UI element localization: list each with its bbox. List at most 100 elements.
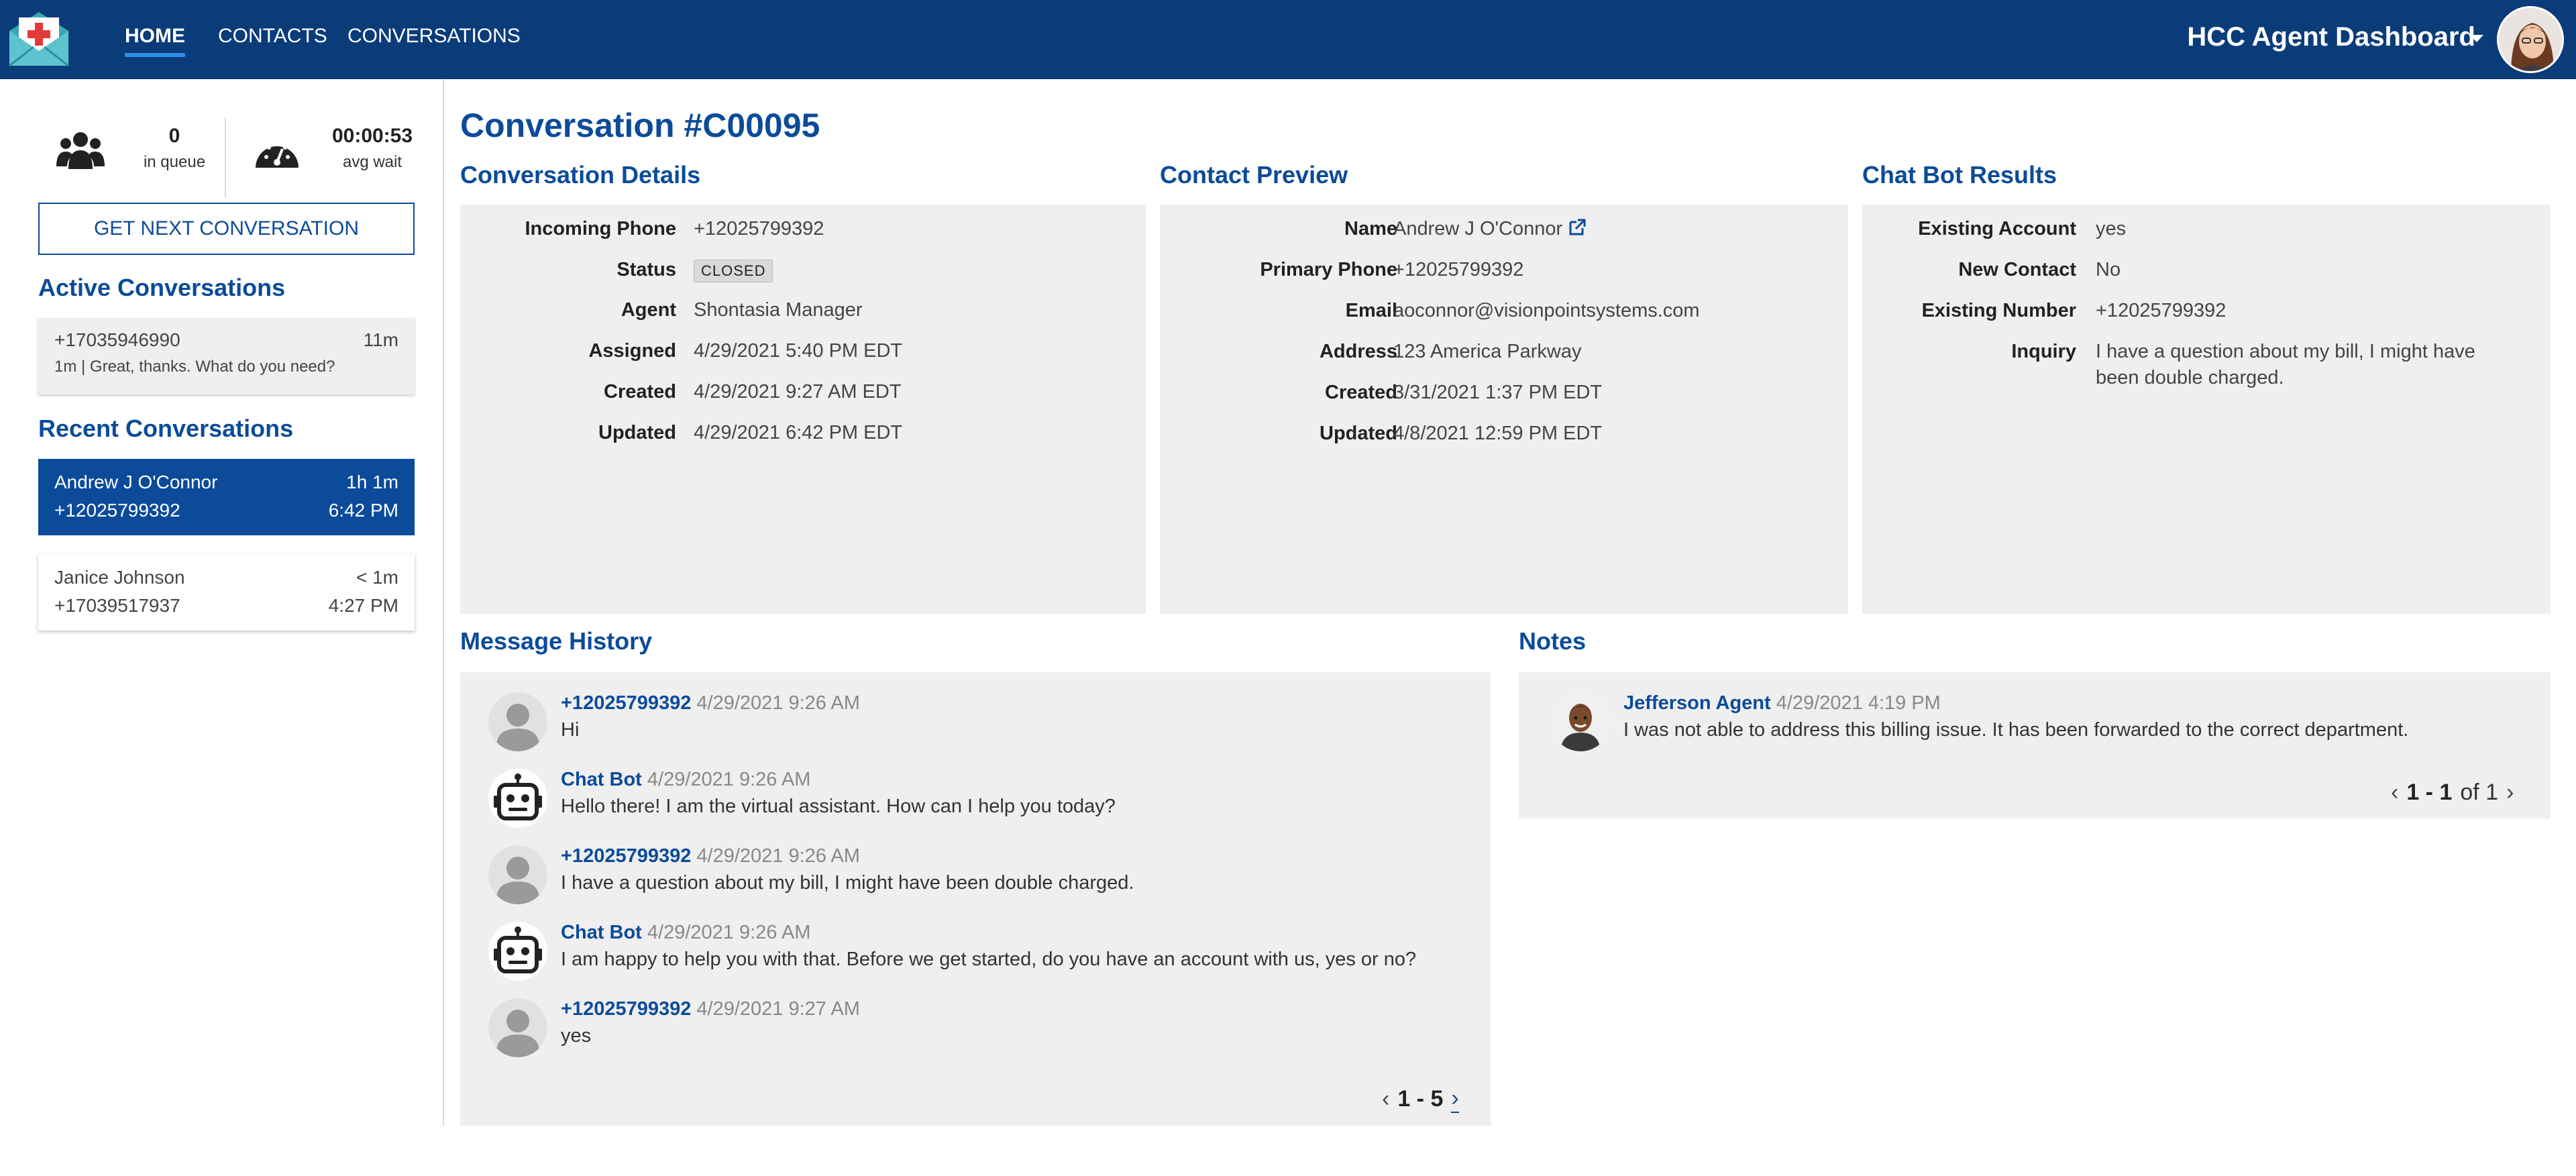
active-conversation-phone: +17035946990 <box>54 329 180 350</box>
nav-conversations[interactable]: CONVERSATIONS <box>347 25 521 48</box>
message-sender[interactable]: Chat Bot <box>561 922 642 943</box>
contact-key: Email <box>1345 300 1397 321</box>
contact-key: Primary Phone <box>1260 259 1397 280</box>
active-conversations-title: Active Conversations <box>38 274 286 301</box>
conversation-details-list: Incoming Phone +12025799392 Status CLOSE… <box>460 215 1146 484</box>
note-time: 4/29/2021 4:19 PM <box>1776 692 1941 714</box>
bot-value: No <box>2096 259 2121 280</box>
recent-conversation-duration: < 1m <box>356 567 398 588</box>
top-nav-bar: HOME CONTACTS CONVERSATIONS HCC Agent Da… <box>0 0 2576 79</box>
detail-value: 4/29/2021 9:27 AM EDT <box>694 381 902 403</box>
message-text: I have a question about my bill, I might… <box>561 872 1134 894</box>
robot-avatar-icon <box>488 769 547 828</box>
message-time: 4/29/2021 9:26 AM <box>696 692 860 714</box>
contact-preview-title: Contact Preview <box>1160 161 1348 189</box>
chevron-left-icon[interactable]: ‹ <box>2391 780 2398 806</box>
avg-wait-label: avg wait <box>342 153 402 171</box>
contact-name-link[interactable]: Andrew J O'Connor <box>1393 215 1587 242</box>
users-group-icon <box>56 132 105 169</box>
message-time: 4/29/2021 9:27 AM <box>696 998 860 1020</box>
detail-key: Incoming Phone <box>525 218 676 239</box>
stat-divider <box>225 118 226 197</box>
agent-avatar-icon <box>1551 692 1610 751</box>
message-time: 4/29/2021 9:26 AM <box>647 769 811 790</box>
recent-conversation-name: Andrew J O'Connor <box>54 472 218 492</box>
queue-label: in queue <box>143 153 206 171</box>
contact-key: Updated <box>1320 423 1397 444</box>
nav-home[interactable]: HOME <box>125 25 185 57</box>
queue-count: 0 <box>168 125 180 147</box>
message-sender[interactable]: +12025799392 <box>561 692 691 714</box>
message-sender[interactable]: +12025799392 <box>561 845 691 867</box>
avg-wait-value: 00:00:53 <box>331 125 413 147</box>
detail-key: Assigned <box>588 340 676 362</box>
bot-value: yes <box>2096 218 2127 239</box>
contact-key: Address <box>1319 341 1397 362</box>
message-sender[interactable]: +12025799392 <box>561 998 691 1020</box>
detail-value: 4/29/2021 6:42 PM EDT <box>694 422 903 443</box>
note-text: I was not able to address this billing i… <box>1623 719 2409 741</box>
brand-dashboard-menu[interactable]: HCC Agent Dashboard <box>2187 22 2475 52</box>
bot-key: Existing Account <box>1918 218 2076 239</box>
contact-value: 123 America Parkway <box>1393 341 1582 362</box>
chevron-right-icon[interactable]: › <box>1451 1085 1459 1113</box>
chat-bot-results-list: Existing Account yes New Contact No Exis… <box>1862 215 2551 484</box>
contact-preview-list: Name Andrew J O'Connor Primary Phone +12… <box>1160 215 1848 484</box>
active-conversation-item[interactable]: +17035946990 11m 1m | Great, thanks. Wha… <box>38 318 415 394</box>
caret-down-icon[interactable] <box>2470 35 2483 42</box>
contact-name[interactable]: Andrew J O'Connor <box>1393 218 1562 239</box>
person-avatar-icon <box>488 845 547 904</box>
bot-inquiry-line-2: been double charged. <box>2096 367 2284 388</box>
message-history-title: Message History <box>460 627 653 655</box>
detail-value: +12025799392 <box>694 218 824 239</box>
notes-title: Notes <box>1519 627 1587 655</box>
recent-conversation-name: Janice Johnson <box>54 567 185 588</box>
contact-key: Name <box>1344 218 1397 239</box>
message-history-pager: ‹ 1 - 5 › <box>1382 1085 1459 1113</box>
status-badge: CLOSED <box>694 260 773 282</box>
message-time: 4/29/2021 9:26 AM <box>696 845 860 867</box>
active-conversation-snippet: 1m | Great, thanks. What do you need? <box>54 358 335 376</box>
recent-conversation-item[interactable]: Andrew J O'Connor 1h 1m +12025799392 6:4… <box>38 459 415 535</box>
external-link-icon[interactable] <box>1568 218 1587 237</box>
recent-conversation-item[interactable]: Janice Johnson < 1m +17039517937 4:27 PM <box>38 554 415 631</box>
notes-pager-of: of 1 <box>2460 780 2499 805</box>
detail-value: 4/29/2021 5:40 PM EDT <box>694 340 903 362</box>
bot-inquiry-line-1: I have a question about my bill, I might… <box>2096 341 2475 362</box>
bot-key: Inquiry <box>2011 341 2076 362</box>
message-text: Hello there! I am the virtual assistant.… <box>561 796 1116 817</box>
detail-key: Status <box>616 259 676 280</box>
contact-value: +12025799392 <box>1393 259 1524 280</box>
nav-contacts[interactable]: CONTACTS <box>218 25 327 48</box>
bot-value: +12025799392 <box>2096 300 2226 321</box>
recent-conversations-title: Recent Conversations <box>38 415 294 442</box>
recent-conversation-phone: +12025799392 <box>54 500 180 521</box>
conversation-details-title: Conversation Details <box>460 161 701 189</box>
robot-avatar-icon <box>488 922 547 981</box>
woman-avatar-icon <box>2499 8 2562 71</box>
message-time: 4/29/2021 9:26 AM <box>647 922 811 943</box>
message-text: yes <box>561 1025 592 1047</box>
notes-pager: ‹ 1 - 1 of 1 › <box>2391 780 2514 806</box>
message-text: I am happy to help you with that. Before… <box>561 949 1417 970</box>
detail-value: Shontasia Manager <box>694 299 863 321</box>
user-avatar[interactable] <box>2497 6 2564 73</box>
contact-value: aoconnor@visionpointsystems.com <box>1393 300 1700 321</box>
detail-key: Updated <box>598 422 676 443</box>
speedometer-icon <box>256 142 299 168</box>
person-avatar-icon <box>488 998 547 1057</box>
message-text: Hi <box>561 719 580 741</box>
message-sender[interactable]: Chat Bot <box>561 769 642 790</box>
envelope-cross-logo-icon[interactable] <box>7 11 71 67</box>
get-next-conversation-button[interactable]: GET NEXT CONVERSATION <box>38 203 415 255</box>
page-title: Conversation #C00095 <box>460 107 820 144</box>
chevron-right-icon[interactable]: › <box>2506 780 2514 806</box>
recent-conversation-time: 6:42 PM <box>328 500 398 521</box>
detail-key: Agent <box>621 299 676 321</box>
contact-value: 3/31/2021 1:37 PM EDT <box>1393 382 1603 403</box>
note-author[interactable]: Jefferson Agent <box>1623 692 1771 714</box>
pager-range: 1 - 5 <box>1397 1086 1444 1112</box>
bot-key: New Contact <box>1958 259 2076 280</box>
notes-pager-range: 1 - 1 <box>2406 780 2453 805</box>
chevron-left-icon[interactable]: ‹ <box>1382 1086 1389 1112</box>
